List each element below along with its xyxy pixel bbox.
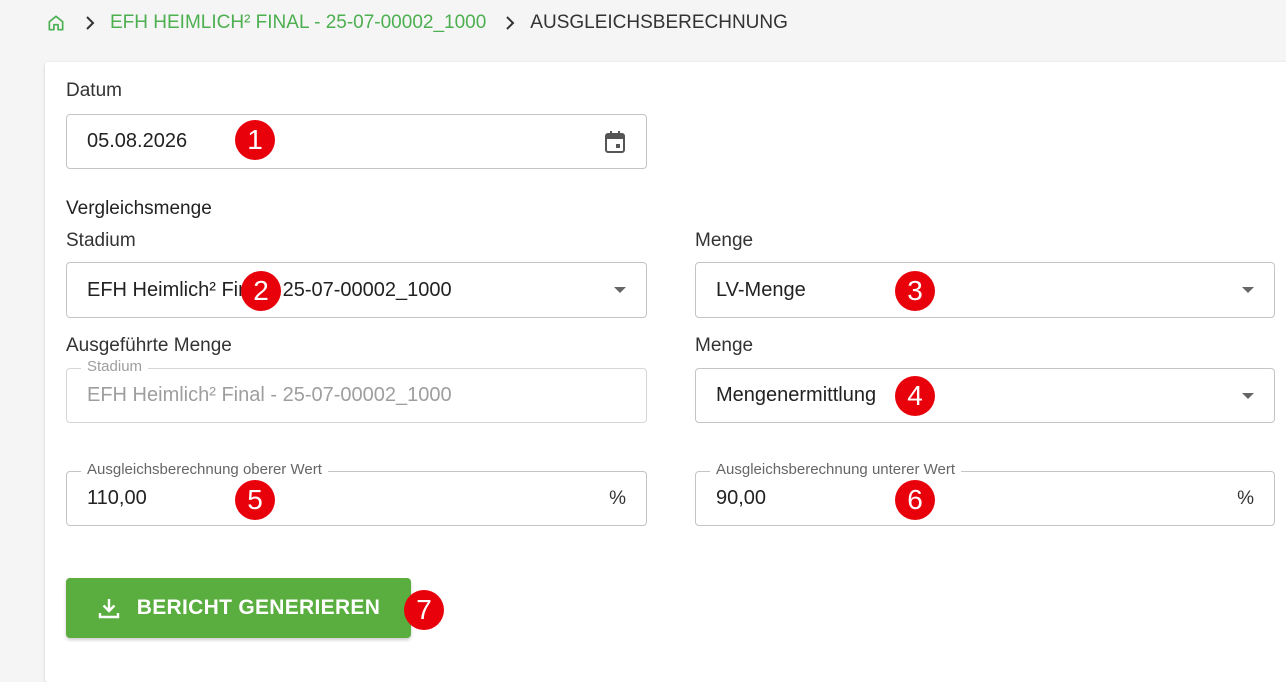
oberer-wert-label: Ausgleichsberechnung oberer Wert xyxy=(81,461,328,478)
menge-label-1: Menge xyxy=(695,230,754,251)
download-icon xyxy=(97,596,121,620)
oberer-wert-suffix: % xyxy=(609,487,626,509)
unterer-wert-suffix: % xyxy=(1237,487,1254,509)
menge-value-1: LV-Menge xyxy=(716,278,806,301)
ausgefuehrte-menge-label: Ausgeführte Menge xyxy=(66,335,232,356)
calendar-icon[interactable] xyxy=(604,130,626,154)
menge-value-2: Mengenermittlung xyxy=(716,384,877,406)
annotation-badge-4: 4 xyxy=(895,376,935,416)
bericht-generieren-label: BERICHT GENERIEREN xyxy=(136,596,381,619)
annotation-badge-7: 7 xyxy=(404,590,444,630)
unterer-wert-label: Ausgleichsberechnung unterer Wert xyxy=(710,461,962,478)
chevron-right-icon xyxy=(504,16,516,30)
stadium-value: EFH Heimlich² Final - 25-07-00002_1000 xyxy=(87,278,452,301)
dropdown-arrow-icon xyxy=(614,287,626,293)
ausgefuehrte-stadium-value: EFH Heimlich² Final - 25-07-00002_1000 xyxy=(87,384,452,406)
breadcrumb-project-link[interactable]: EFH HEIMLICH² FINAL - 25-07-00002_1000 xyxy=(110,12,486,34)
unterer-wert-value: 90,00 xyxy=(716,487,767,509)
dropdown-arrow-icon xyxy=(1242,392,1254,399)
annotation-badge-1: 1 xyxy=(235,120,275,160)
bericht-generieren-button[interactable]: BERICHT GENERIEREN xyxy=(66,578,411,638)
unterer-wert-input[interactable]: Ausgleichsberechnung unterer Wert 90,00 … xyxy=(695,461,1275,526)
home-icon[interactable] xyxy=(46,13,66,33)
breadcrumb-current: AUSGLEICHSBERECHNUNG xyxy=(530,12,788,33)
menge-select-1[interactable]: LV-Menge xyxy=(695,262,1275,318)
ausgefuehrte-stadium-float-label: Stadium xyxy=(81,358,149,375)
dropdown-arrow-icon xyxy=(1242,287,1254,293)
breadcrumb: EFH HEIMLICH² FINAL - 25-07-00002_1000 A… xyxy=(46,0,788,46)
datum-label: Datum xyxy=(66,80,122,101)
datum-value: 05.08.2026 xyxy=(87,130,188,152)
annotation-badge-3: 3 xyxy=(895,271,935,311)
ausgefuehrte-stadium-field: Stadium EFH Heimlich² Final - 25-07-0000… xyxy=(66,358,647,423)
datum-field[interactable]: 05.08.2026 xyxy=(66,114,647,169)
stadium-select[interactable]: EFH Heimlich² Final - 25-07-00002_1000 xyxy=(66,262,647,318)
stadium-label: Stadium xyxy=(66,230,136,251)
oberer-wert-value: 110,00 xyxy=(87,487,147,509)
oberer-wert-input[interactable]: Ausgleichsberechnung oberer Wert 110,00 … xyxy=(66,461,647,526)
annotation-badge-2: 2 xyxy=(241,271,281,311)
menge-label-2: Menge xyxy=(695,335,754,356)
menge-select-2[interactable]: Mengenermittlung xyxy=(695,368,1275,423)
annotation-badge-5: 5 xyxy=(235,480,275,520)
chevron-right-icon xyxy=(84,16,96,30)
annotation-badge-6: 6 xyxy=(895,480,935,520)
vergleichsmenge-heading: Vergleichsmenge xyxy=(66,198,212,219)
